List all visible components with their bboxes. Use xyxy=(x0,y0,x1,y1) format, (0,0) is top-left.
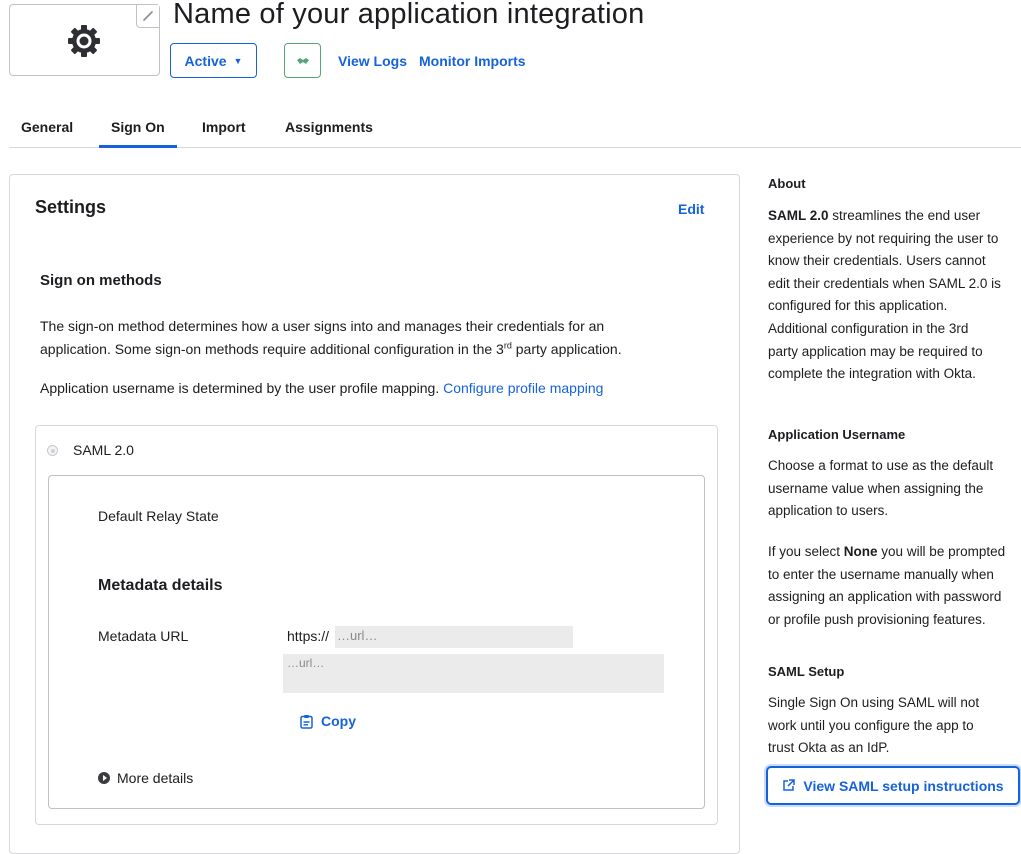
username-mapping-text: Application username is determined by th… xyxy=(40,380,604,396)
tab-general[interactable]: General xyxy=(21,119,73,135)
saml-option-label: SAML 2.0 xyxy=(73,442,134,458)
app-logo xyxy=(9,4,160,76)
push-groups-button[interactable] xyxy=(284,43,321,78)
more-details-label: More details xyxy=(117,770,194,786)
description-line-1: The sign-on method determines how a user… xyxy=(40,318,605,334)
metadata-url-value[interactable]: …url… xyxy=(335,626,573,648)
page-title: Name of your application integration xyxy=(173,0,645,30)
pencil-icon xyxy=(143,11,153,21)
metadata-url-prefix: https:// xyxy=(287,628,330,644)
more-details-toggle[interactable]: More details xyxy=(98,770,193,786)
tab-import[interactable]: Import xyxy=(202,119,246,135)
clipboard-icon xyxy=(300,714,313,729)
view-logs-link[interactable]: View Logs xyxy=(338,53,407,69)
metadata-url-value-continued[interactable]: …url… xyxy=(283,654,664,693)
expand-arrow-icon xyxy=(98,772,110,784)
saml-setup-text: Single Sign On using SAML will not work … xyxy=(768,695,980,756)
default-relay-state-label: Default Relay State xyxy=(98,508,219,524)
edit-logo-button[interactable] xyxy=(136,5,159,28)
active-tab-indicator xyxy=(99,145,177,148)
saml-setup-heading: SAML Setup xyxy=(768,664,845,679)
view-saml-setup-instructions-button[interactable]: View SAML setup instructions xyxy=(766,766,1020,805)
caret-down-icon: ▼ xyxy=(233,55,243,66)
edit-settings-button[interactable]: Edit xyxy=(678,201,704,217)
configure-profile-mapping-link[interactable]: Configure profile mapping xyxy=(443,380,603,396)
about-text: SAML 2.0 streamlines the end user experi… xyxy=(768,208,1001,382)
tab-assignments[interactable]: Assignments xyxy=(285,119,373,135)
external-link-icon xyxy=(783,779,796,791)
sign-on-methods-heading: Sign on methods xyxy=(40,272,162,289)
username-none-text: If you select None you will be prompted … xyxy=(768,544,1006,627)
view-saml-setup-label: View SAML setup instructions xyxy=(803,777,1004,794)
metadata-details-heading: Metadata details xyxy=(98,577,223,594)
status-dropdown[interactable]: Active ▼ xyxy=(170,43,257,78)
metadata-url-label: Metadata URL xyxy=(98,628,189,644)
gear-icon xyxy=(68,25,100,57)
handshake-icon xyxy=(296,57,309,64)
saml-radio[interactable] xyxy=(47,445,58,456)
application-username-text: Choose a format to use as the default us… xyxy=(768,458,994,519)
description-line-2: application. Some sign-on methods requir… xyxy=(40,340,622,357)
settings-title: Settings xyxy=(35,197,107,217)
status-label: Active xyxy=(184,52,227,69)
sign-on-description: The sign-on method determines how a user… xyxy=(40,315,622,361)
copy-label: Copy xyxy=(321,713,356,729)
copy-metadata-url-button[interactable]: Copy xyxy=(300,713,356,729)
application-username-heading: Application Username xyxy=(768,427,906,442)
tab-sign-on[interactable]: Sign On xyxy=(111,119,165,135)
about-heading: About xyxy=(768,176,806,191)
monitor-imports-link[interactable]: Monitor Imports xyxy=(419,53,526,69)
